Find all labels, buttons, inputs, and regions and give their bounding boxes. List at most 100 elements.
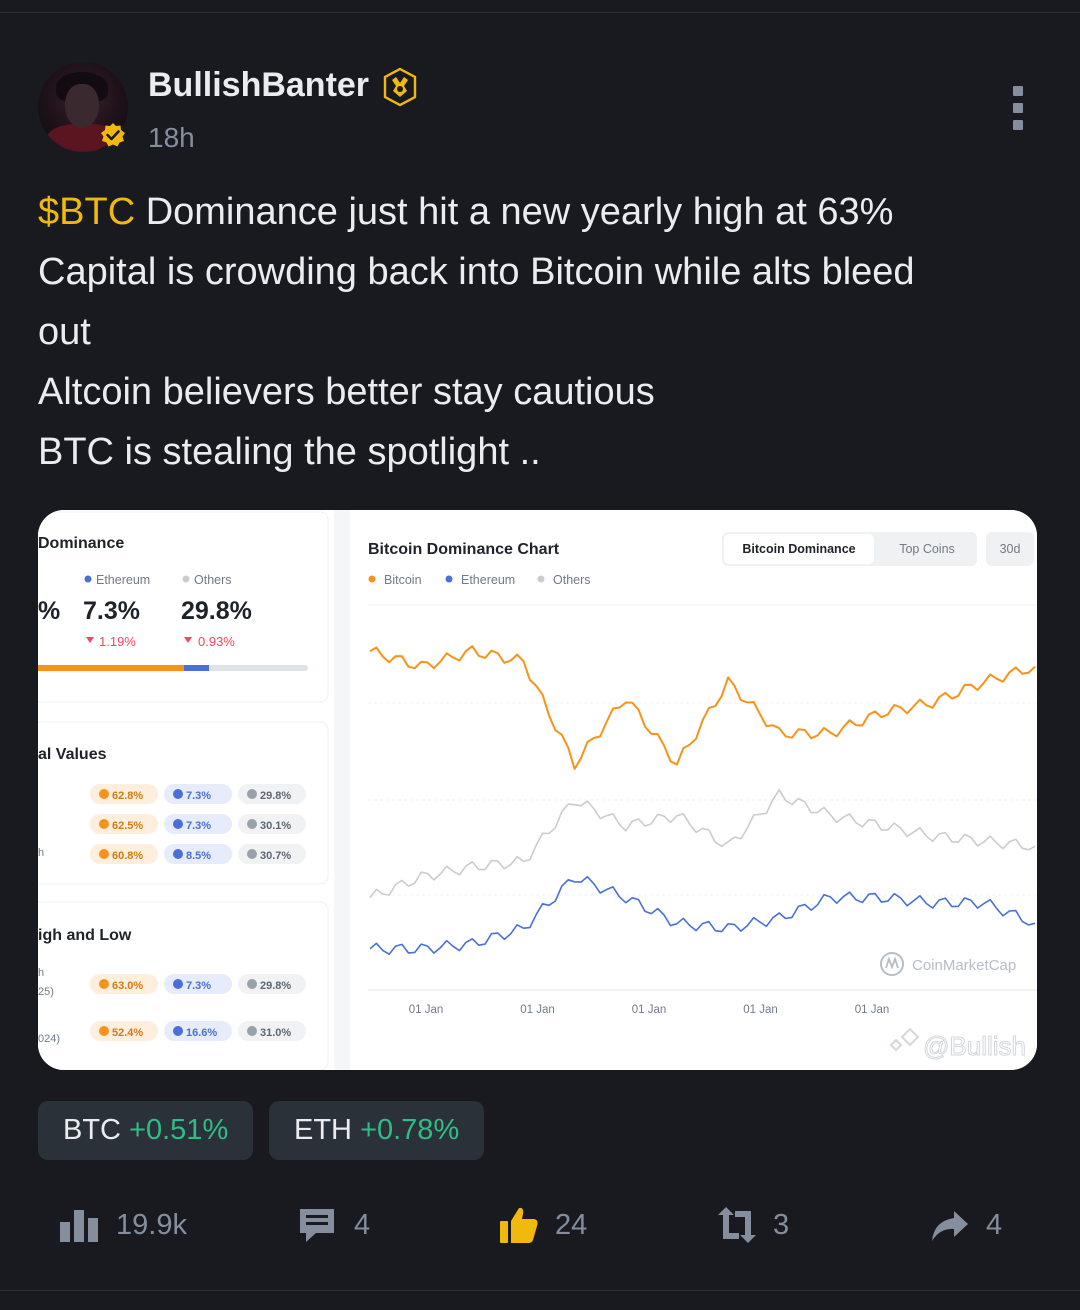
historical-row-2-others-value: 30.1%	[260, 820, 291, 832]
others-coin-icon	[247, 1026, 257, 1036]
eth-change: 1.19%	[99, 634, 136, 649]
others-coin-icon	[247, 849, 257, 859]
views-stat: 19.9k	[60, 1200, 187, 1250]
x-tick-label: 01 Jan	[855, 1004, 890, 1016]
highlow-row-1-label-b: 25)	[38, 986, 54, 998]
btc-value-cut: %	[38, 597, 60, 625]
repost-button[interactable]: 3	[717, 1200, 789, 1250]
legend-others: Others	[194, 573, 232, 587]
highlow-row-1-others-value: 29.8%	[260, 980, 291, 992]
post-time: 18h	[148, 122, 195, 153]
x-tick-label: 01 Jan	[632, 1004, 667, 1016]
historical-row-3-eth-value: 8.5%	[186, 850, 211, 862]
historical-row-1-others-value: 29.8%	[260, 790, 291, 802]
x-tick-label: 01 Jan	[743, 1004, 778, 1016]
historical-row-label: h	[38, 847, 44, 859]
eth-coin-icon	[173, 1026, 183, 1036]
post-line-3: out	[38, 311, 91, 353]
btc-coin-icon	[99, 1026, 109, 1036]
legend-dot-others	[182, 575, 190, 583]
views-chart-icon	[60, 1210, 98, 1242]
historical-row-2-btc-value: 62.5%	[112, 820, 143, 832]
others-value: 29.8%	[181, 597, 252, 625]
avatar-face	[65, 84, 99, 128]
post-line-4: Altcoin believers better stay cautious	[38, 371, 655, 413]
others-coin-icon	[247, 979, 257, 989]
x-tick-label: 01 Jan	[520, 1004, 555, 1016]
eth-coin-icon	[173, 789, 183, 799]
historical-row-1-eth-chip: 7.3%	[164, 784, 232, 804]
btc-coin-icon	[99, 979, 109, 989]
eth-coin-icon	[173, 979, 183, 989]
highlow-row-1-others-chip: 29.8%	[238, 974, 306, 994]
ticker-btc-change: +0.51%	[129, 1114, 229, 1146]
post-body: $BTC Dominance just hit a new yearly hig…	[38, 182, 1048, 482]
chart-legend-dot-ethereum	[445, 575, 453, 583]
views-count: 19.9k	[116, 1208, 187, 1241]
highlow-row-1-eth-value: 7.3%	[186, 980, 211, 992]
post-line-1-text: Dominance just hit a new yearly high at …	[135, 191, 894, 233]
historical-row-3-eth-chip: 8.5%	[164, 844, 232, 864]
ticker-eth[interactable]: ETH +0.78%	[269, 1101, 485, 1160]
x-tick-label: 01 Jan	[409, 1004, 444, 1016]
creator-badge-icon	[383, 67, 417, 107]
legend-dot-ethereum	[84, 575, 92, 583]
shares-count: 4	[986, 1208, 1003, 1241]
historical-row-3-others-chip: 30.7%	[238, 844, 306, 864]
chart-legend-dot-bitcoin	[368, 575, 376, 583]
highlow-row-2-others-chip: 31.0%	[238, 1021, 306, 1041]
historical-row-3-btc-value: 60.8%	[112, 850, 143, 862]
others-change: 0.93%	[198, 634, 235, 649]
ticker-btc[interactable]: BTC +0.51%	[38, 1101, 254, 1160]
username[interactable]: BullishBanter	[148, 66, 369, 105]
highlow-panel-title: igh and Low	[38, 927, 132, 944]
historical-row-3-others-value: 30.7%	[260, 850, 291, 862]
comment-icon	[300, 1209, 334, 1242]
highlow-row-2-btc-chip: 52.4%	[90, 1021, 158, 1041]
share-button[interactable]: 4	[930, 1200, 1002, 1250]
thumbs-up-icon	[500, 1207, 538, 1243]
post-image[interactable]: Dominance Ethereum Others % 7.3% 29.8% 1…	[38, 510, 1037, 1070]
ticker-eth-symbol: ETH	[294, 1114, 352, 1146]
historical-panel-title: al Values	[38, 746, 107, 763]
highlow-row-2-others-value: 31.0%	[260, 1027, 291, 1039]
comment-button[interactable]: 4	[298, 1200, 370, 1250]
share-icon	[932, 1211, 968, 1241]
historical-row-1-others-chip: 29.8%	[238, 784, 306, 804]
historical-row-2-others-chip: 30.1%	[238, 814, 306, 834]
post-line-2: Capital is crowding back into Bitcoin wh…	[38, 251, 915, 293]
more-options-icon[interactable]	[1006, 86, 1030, 130]
user-watermark: @Bullish	[923, 1031, 1026, 1061]
btc-coin-icon	[99, 819, 109, 829]
historical-row-2-btc-chip: 62.5%	[90, 814, 158, 834]
highlow-row-2-eth-value: 16.6%	[186, 1027, 217, 1039]
verified-badge-icon	[101, 123, 125, 147]
top-divider	[0, 12, 1080, 13]
cashtag-btc[interactable]: $BTC	[38, 191, 135, 233]
historical-row-1-btc-value: 62.8%	[112, 790, 143, 802]
legend-ethereum: Ethereum	[96, 573, 150, 587]
historical-row-3-btc-chip: 60.8%	[90, 844, 158, 864]
source-watermark: CoinMarketCap	[912, 957, 1016, 974]
dominance-bar-eth	[184, 665, 209, 671]
dominance-panel-title: Dominance	[38, 535, 124, 552]
historical-row-1-btc-chip: 62.8%	[90, 784, 158, 804]
historical-row-1-eth-value: 7.3%	[186, 790, 211, 802]
chart-legend-bitcoin: Bitcoin	[384, 573, 422, 587]
comments-count: 4	[354, 1208, 371, 1241]
reposts-count: 3	[773, 1208, 790, 1241]
post-line-5: BTC is stealing the spotlight ..	[38, 431, 541, 473]
repost-icon	[718, 1207, 756, 1243]
tab-bitcoin-dominance-label: Bitcoin Dominance	[742, 542, 855, 556]
dominance-bar-btc	[38, 665, 184, 671]
others-coin-icon	[247, 789, 257, 799]
chart-legend-ethereum: Ethereum	[461, 573, 515, 587]
eth-coin-icon	[173, 819, 183, 829]
likes-count: 24	[555, 1208, 588, 1241]
bottom-divider	[0, 1290, 1080, 1291]
like-button[interactable]: 24	[499, 1200, 587, 1250]
highlow-row-2-label-b: 024)	[38, 1033, 60, 1045]
dominance-screenshot: Dominance Ethereum Others % 7.3% 29.8% 1…	[38, 510, 1037, 1070]
post-line-1: $BTC Dominance just hit a new yearly hig…	[38, 182, 1048, 242]
highlow-row-1-eth-chip: 7.3%	[164, 974, 232, 994]
